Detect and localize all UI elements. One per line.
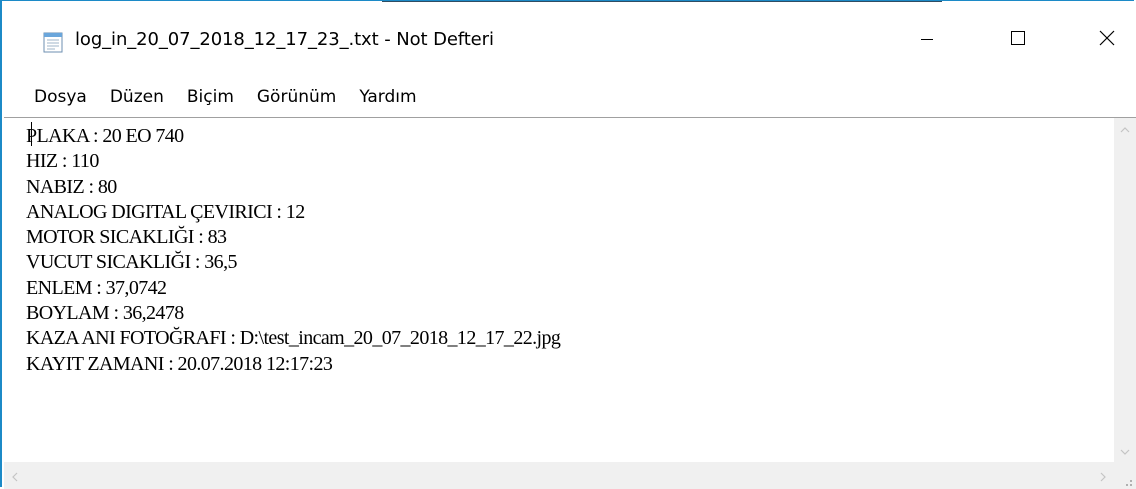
notepad-window: log_in_20_07_2018_12_17_23_.txt - Not De… (0, 0, 1136, 489)
minimize-icon (920, 31, 934, 50)
text-line: KAYIT ZAMANI : 20.07.2018 12:17:23 (26, 352, 333, 375)
text-line: HIZ : 110 (26, 150, 99, 173)
chevron-left-icon (10, 467, 20, 486)
text-editor[interactable]: PLAKA : 20 EO 740 HIZ : 110 NABIZ : 80 A… (4, 117, 1136, 489)
editor-text[interactable]: PLAKA : 20 EO 740 HIZ : 110 NABIZ : 80 A… (26, 124, 1096, 377)
resize-grip[interactable] (1114, 462, 1136, 489)
menu-view[interactable]: Görünüm (257, 87, 336, 107)
scroll-left-button[interactable] (4, 462, 26, 489)
text-line: ANALOG DIGITAL ÇEVIRICI : 12 (26, 200, 305, 223)
vertical-scrollbar[interactable] (1114, 118, 1136, 462)
scroll-up-button[interactable] (1114, 118, 1136, 140)
minimize-button[interactable] (882, 3, 972, 77)
window-title: log_in_20_07_2018_12_17_23_.txt - Not De… (75, 29, 494, 50)
close-button[interactable] (1062, 3, 1136, 77)
text-line: BOYLAM : 36,2478 (26, 302, 184, 325)
chevron-down-icon (1120, 442, 1130, 461)
text-line: MOTOR SICAKLIĞI : 83 (26, 226, 227, 249)
scroll-right-button[interactable] (1092, 462, 1114, 489)
text-line: NABIZ : 80 (26, 175, 117, 198)
scroll-down-button[interactable] (1114, 440, 1136, 462)
close-icon (1099, 30, 1115, 50)
maximize-button[interactable] (973, 3, 1063, 77)
maximize-icon (1010, 30, 1026, 50)
text-line: KAZA ANI FOTOĞRAFI : D:\test_incam_20_07… (26, 327, 561, 350)
chevron-right-icon (1098, 467, 1108, 486)
menu-file[interactable]: Dosya (34, 87, 87, 107)
menu-edit[interactable]: Düzen (110, 87, 164, 107)
notepad-icon (41, 30, 65, 54)
title-bar[interactable]: log_in_20_07_2018_12_17_23_.txt - Not De… (4, 2, 1136, 77)
chevron-up-icon (1120, 120, 1130, 139)
text-line: PLAKA : 20 EO 740 (26, 125, 184, 147)
text-line: ENLEM : 37,0742 (26, 276, 167, 299)
menu-bar: Dosya Düzen Biçim Görünüm Yardım (4, 78, 1136, 116)
text-line: VUCUT SICAKLIĞI : 36,5 (26, 251, 237, 274)
menu-help[interactable]: Yardım (359, 87, 416, 107)
menu-format[interactable]: Biçim (187, 87, 234, 107)
horizontal-scrollbar[interactable] (4, 462, 1114, 489)
resize-grip-icon (1126, 480, 1132, 486)
